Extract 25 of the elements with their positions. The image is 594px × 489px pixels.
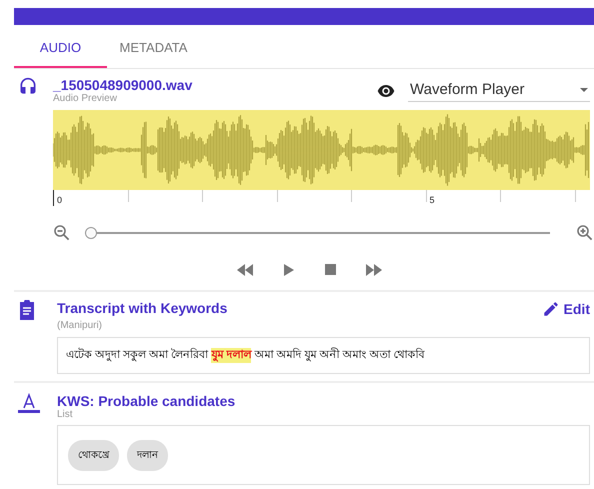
language-label: (Manipuri) — [57, 320, 104, 331]
list-label: List — [57, 409, 74, 420]
rewind-icon[interactable] — [236, 264, 252, 276]
play-icon[interactable] — [282, 264, 294, 276]
caret-icon — [580, 88, 588, 92]
keyword-chip[interactable]: থোকখ্রে — [68, 440, 119, 471]
section-title: Transcript with Keywords — [57, 300, 228, 316]
file-name: _1505048909000.wav — [53, 77, 194, 93]
pencil-icon — [542, 300, 560, 318]
zoom-out-icon[interactable] — [53, 224, 71, 242]
tab[interactable]: METADATA — [107, 25, 200, 68]
axis-label: 0 — [57, 195, 62, 205]
audio-preview-label: Audio Preview — [53, 93, 118, 104]
edit-button[interactable]: Edit — [542, 300, 590, 318]
keyword-chip[interactable]: দলান — [127, 440, 168, 471]
text-format-icon — [18, 393, 40, 415]
zoom-in-icon[interactable] — [576, 224, 594, 242]
clipboard-icon — [18, 300, 36, 320]
stop-icon[interactable] — [324, 264, 336, 275]
player-dropdown[interactable]: Waveform Player — [408, 79, 590, 102]
axis-label: 5 — [430, 195, 435, 205]
eye-icon[interactable] — [377, 84, 395, 96]
section-title: KWS: Probable candidates — [57, 393, 236, 409]
fast-forward-icon[interactable] — [366, 264, 382, 276]
tab[interactable]: AUDIO — [14, 25, 107, 68]
